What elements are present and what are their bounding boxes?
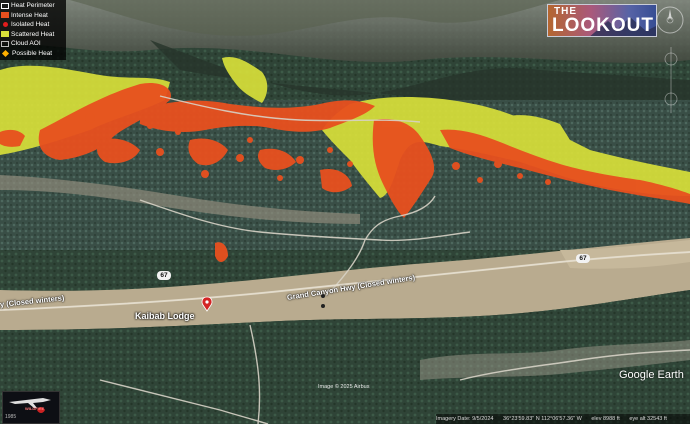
outline-swatch-icon	[1, 2, 9, 9]
legend-item-intense-heat: Intense Heat	[0, 11, 66, 21]
wildfire-logo: WILDFIRE 1985	[2, 391, 60, 424]
status-bar: Imagery Date: 9/5/2024 36°23'59.83" N 11…	[436, 414, 690, 424]
legend-item-heat-perimeter: Heat Perimeter	[0, 1, 66, 11]
legend-item-isolated-heat: Isolated Heat	[0, 20, 66, 30]
map-legend: Heat Perimeter Intense Heat Isolated Hea…	[0, 0, 66, 60]
the-lookout-logo: THE LOOKOUT	[547, 4, 657, 37]
map-view[interactable]: Heat Perimeter Intense Heat Isolated Hea…	[0, 0, 690, 424]
fill-swatch-icon	[1, 31, 9, 38]
elevation-readout: elev 8988 ft	[591, 416, 620, 422]
route-shield-right: 67	[576, 254, 590, 263]
route-shield-left: 67	[157, 271, 171, 280]
legend-item-possible-heat: Possible Heat	[0, 49, 66, 59]
place-label-kaibab-lodge: Kaibab Lodge	[135, 311, 195, 321]
outline-swatch-icon	[1, 40, 9, 47]
satellite-terrain	[0, 0, 690, 424]
image-attribution: Image © 2025 Airbus	[318, 384, 370, 390]
eye-altitude-readout: eye alt 32543 ft	[629, 416, 667, 422]
zoom-control-icon[interactable]	[658, 45, 684, 115]
dot-icon	[3, 22, 8, 28]
google-earth-watermark: Google Earth	[619, 369, 684, 381]
diamond-icon	[1, 49, 10, 57]
legend-item-cloud-aoi: Cloud AOI	[0, 39, 66, 49]
fill-swatch-icon	[1, 12, 9, 19]
coordinates-readout: 36°23'59.83" N 112°06'57.36" W	[503, 416, 582, 422]
imagery-date: Imagery Date: 9/5/2024	[436, 416, 494, 422]
legend-item-scattered-heat: Scattered Heat	[0, 30, 66, 40]
compass-icon[interactable]	[654, 4, 686, 36]
